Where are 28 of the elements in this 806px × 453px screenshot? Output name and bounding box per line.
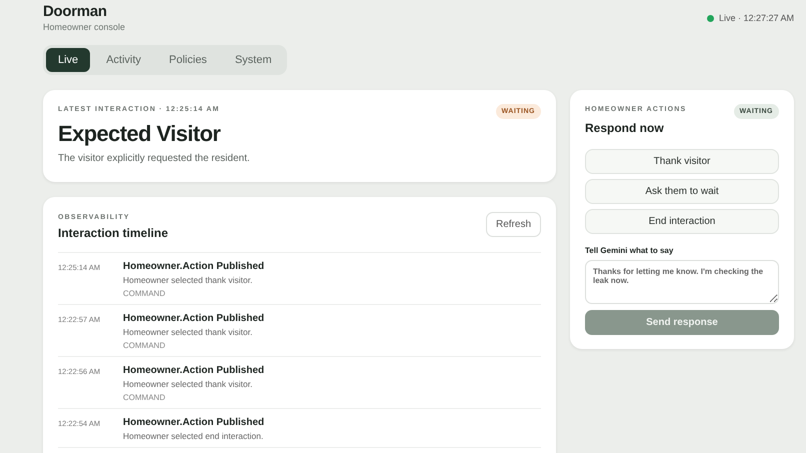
message-label: Tell Gemini what to say xyxy=(585,246,674,255)
event-title: Homeowner.Action Published xyxy=(123,365,264,376)
interaction-description: The visitor explicitly requested the resident. xyxy=(58,153,251,164)
nav-tab[interactable]: Live xyxy=(46,48,90,72)
message-field[interactable]: Thanks for letting me know. I'm checking the leak now. xyxy=(585,260,779,304)
event-type: COMMAND xyxy=(123,341,166,350)
nav-tab[interactable]: System xyxy=(222,48,284,72)
app-title: Doorman xyxy=(43,3,108,20)
action-button[interactable]: End interaction xyxy=(585,209,779,234)
refresh-button[interactable]: Refresh xyxy=(486,212,541,237)
card-title: Interaction timeline xyxy=(58,226,168,240)
event-title: Homeowner.Action Published xyxy=(123,417,264,428)
event-title: Homeowner.Action Published xyxy=(123,261,264,272)
nav-tab[interactable]: Policies xyxy=(157,48,219,72)
live-status-text: Live · 12:27:27 AM xyxy=(718,13,794,23)
event-description: Homeowner selected thank visitor. xyxy=(123,275,254,285)
action-button[interactable]: Ask them to wait xyxy=(585,179,779,204)
event-title: Homeowner.Action Published xyxy=(123,313,264,324)
event-type: COMMAND xyxy=(123,393,166,402)
nav-tab[interactable]: Activity xyxy=(94,48,154,72)
card-title: Respond now xyxy=(585,121,665,135)
event-description: Homeowner selected end interaction. xyxy=(123,431,264,441)
event-description: Homeowner selected thank visitor. xyxy=(123,327,254,337)
event-description: Homeowner selected thank visitor. xyxy=(123,379,254,389)
action-button[interactable]: Thank visitor xyxy=(585,149,779,174)
interaction-title: Expected Visitor xyxy=(58,121,222,147)
event-type: COMMAND xyxy=(123,289,166,298)
app-subtitle: Homeowner console xyxy=(43,22,126,32)
